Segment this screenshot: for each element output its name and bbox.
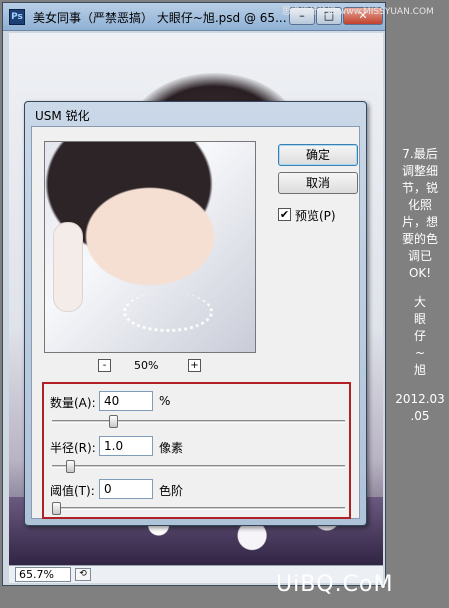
caption-line: OK! [408, 266, 432, 280]
caption-line: 片，想 [401, 215, 438, 229]
status-info-icon[interactable]: ⟲ [75, 568, 91, 581]
amount-input[interactable]: 40 [99, 391, 153, 411]
preview-photo-hand [53, 222, 83, 312]
radius-slider-thumb[interactable] [66, 460, 76, 473]
caption-line: 调整细 [401, 164, 438, 178]
author-line: 大 [413, 295, 426, 309]
author-line: ~ [414, 346, 426, 360]
zoom-in-button[interactable]: + [188, 359, 201, 372]
threshold-label: 阈值(T): [50, 484, 95, 498]
amount-slider-track[interactable] [52, 420, 345, 423]
amount-slider-thumb[interactable] [108, 415, 118, 428]
photoshop-icon: Ps [9, 9, 25, 25]
preview-checkbox-label: 预览(P) [295, 209, 336, 223]
date-line: 2012.03 [395, 392, 445, 406]
amount-label: 数量(A): [50, 396, 96, 410]
usm-sharpen-dialog: USM 锐化 - 50% + 确定 取消 ✔ 预览(P) 数量(A): 40 %… [24, 101, 367, 526]
radius-input[interactable]: 1.0 [99, 436, 153, 456]
threshold-unit: 色阶 [159, 484, 184, 498]
caption-line: 节，锐 [401, 181, 438, 195]
preview-photo-necklace [123, 292, 213, 332]
preview-checkbox[interactable]: ✔ [278, 208, 291, 221]
dialog-title: USM 锐化 [35, 109, 90, 123]
date-line: .05 [410, 409, 430, 423]
radius-slider-track[interactable] [52, 465, 345, 468]
document-title: 美女同事（严禁恶搞） 大眼仔~旭.psd @ 65... [33, 11, 287, 25]
caption-line: 化照 [407, 198, 432, 212]
zoom-out-button[interactable]: - [98, 359, 111, 372]
ok-button[interactable]: 确定 [278, 144, 358, 166]
author-line: 旭 [413, 363, 426, 377]
threshold-input[interactable]: 0 [99, 479, 153, 499]
preview-image[interactable] [44, 141, 256, 353]
cancel-button[interactable]: 取消 [278, 172, 358, 194]
site-watermark-top: 思缘设计论坛 www.MISSYUAN.COM [282, 7, 434, 17]
threshold-slider-thumb[interactable] [52, 502, 61, 515]
threshold-slider-track[interactable] [52, 507, 345, 510]
tutorial-caption: 7.最后 调整细 节，锐 化照 片，想 要的色 调已 OK! 大 眼 仔 ~ 旭… [393, 146, 447, 425]
caption-line: 要的色 [401, 232, 438, 246]
radius-unit: 像素 [159, 441, 184, 455]
zoom-level-field[interactable]: 65.7% [15, 567, 71, 582]
amount-unit: % [159, 394, 171, 408]
radius-label: 半径(R): [50, 441, 96, 455]
author-line: 眼 [413, 312, 426, 326]
sharpen-parameters: 数量(A): 40 % 半径(R): 1.0 像素 阈值(T): 0 色阶 [42, 382, 351, 519]
caption-line: 7.最后 [402, 147, 438, 161]
site-logo-watermark: UiBQ.CoM [276, 572, 394, 597]
caption-line: 调已 [407, 249, 432, 263]
author-line: 仔 [413, 329, 426, 343]
preview-zoom-percent: 50% [134, 359, 159, 372]
preview-zoom-controls: - 50% + [44, 358, 256, 376]
dialog-body: - 50% + 确定 取消 ✔ 预览(P) 数量(A): 40 % 半径(R):… [31, 126, 360, 519]
